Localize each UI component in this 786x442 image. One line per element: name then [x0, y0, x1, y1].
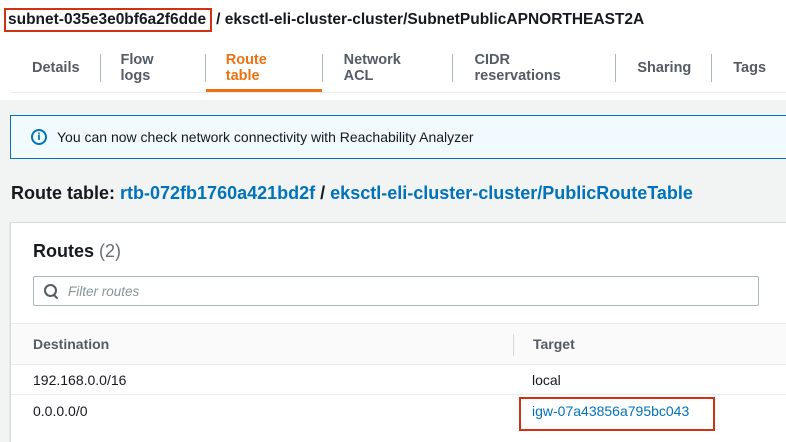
routes-panel: Routes (2) Filter routes Destination Tar…: [10, 222, 786, 442]
route-table-id-link[interactable]: rtb-072fb1760a421bd2f: [120, 183, 315, 203]
route-table-separator: /: [320, 183, 326, 203]
route-target: local: [532, 372, 561, 388]
column-destination[interactable]: Destination: [33, 336, 109, 352]
subnet-name: / eksctl-eli-cluster-cluster/SubnetPubli…: [216, 11, 645, 28]
tab-flow-logs[interactable]: Flow logs: [101, 44, 205, 92]
routes-title: Routes (2): [33, 241, 121, 262]
routes-title-text: Routes: [33, 241, 95, 261]
subnet-id: subnet-035e3e0bf6a2f6dde: [4, 8, 213, 32]
info-icon: i: [31, 129, 47, 145]
filter-placeholder: Filter routes: [68, 283, 140, 299]
tab-tags[interactable]: Tags: [712, 44, 786, 92]
routes-count: (2): [99, 241, 122, 261]
routes-table-header: Destination Target: [11, 323, 786, 365]
tab-cidr-reservations[interactable]: CIDR reservations: [453, 44, 616, 92]
tab-bar: Details Flow logs Route table Network AC…: [0, 44, 786, 92]
column-target[interactable]: Target: [533, 336, 575, 352]
alert-text: You can now check network connectivity w…: [57, 129, 474, 145]
route-destination: 0.0.0.0/0: [33, 403, 88, 419]
subnet-header: subnet-035e3e0bf6a2f6dde / eksctl-eli-cl…: [0, 0, 786, 100]
column-divider: [513, 334, 514, 356]
route-table-heading: Route table: rtb-072fb1760a421bd2f / eks…: [11, 183, 693, 204]
tab-network-acl[interactable]: Network ACL: [323, 44, 452, 92]
tab-sharing[interactable]: Sharing: [616, 44, 711, 92]
route-destination: 192.168.0.0/16: [33, 372, 127, 388]
tab-details[interactable]: Details: [0, 44, 100, 92]
tab-route-table[interactable]: Route table: [205, 44, 322, 92]
info-alert: i You can now check network connectivity…: [10, 115, 786, 159]
route-table-name-link[interactable]: eksctl-eli-cluster-cluster/PublicRouteTa…: [330, 183, 693, 203]
tab-underline: [10, 92, 786, 93]
target-highlight-box: [519, 397, 715, 431]
table-row: 192.168.0.0/16 local: [11, 365, 786, 395]
search-icon: [44, 284, 58, 298]
page-title: subnet-035e3e0bf6a2f6dde / eksctl-eli-cl…: [4, 8, 645, 32]
filter-routes-input[interactable]: Filter routes: [33, 276, 759, 306]
route-table-label: Route table:: [11, 183, 116, 203]
